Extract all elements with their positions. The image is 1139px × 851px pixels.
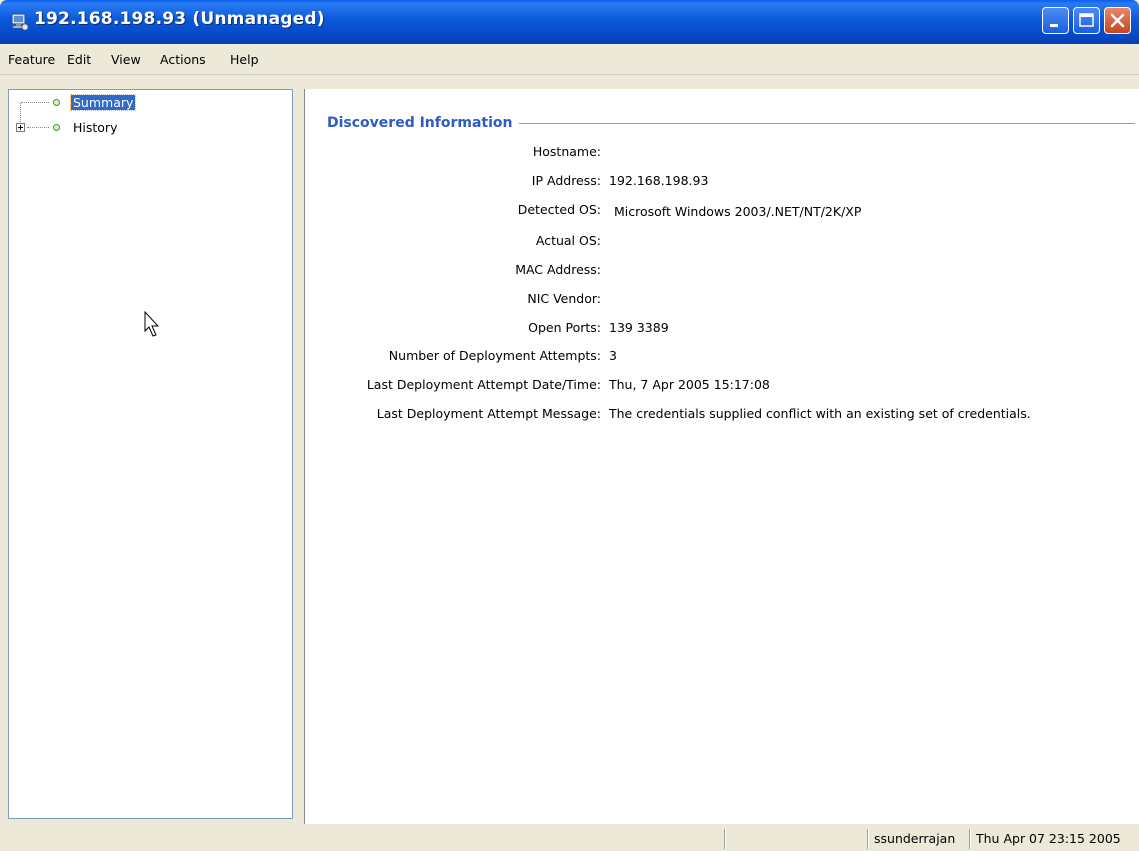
detected-os-value: Microsoft Windows 2003/.NET/NT/2K/XP [614, 204, 862, 219]
open-ports-label: Open Ports: [528, 320, 601, 335]
details-panel: Discovered Information Hostname: IP Addr… [305, 89, 1139, 824]
close-button[interactable] [1104, 7, 1131, 34]
navigation-tree[interactable]: Summary History [8, 89, 293, 819]
deployment-attempts-value: 3 [609, 348, 617, 363]
status-dot-icon [53, 99, 60, 106]
window-title: 192.168.198.93 (Unmanaged) [34, 9, 325, 29]
menu-help[interactable]: Help [230, 52, 259, 67]
mac-address-label: MAC Address: [515, 262, 601, 277]
tree-item-summary[interactable]: Summary [9, 94, 289, 112]
last-attempt-datetime-label: Last Deployment Attempt Date/Time: [366, 377, 601, 392]
status-user: ssunderrajan [874, 831, 956, 846]
tree-item-label[interactable]: Summary [69, 94, 137, 111]
detected-os-label: Detected OS: [517, 202, 601, 217]
maximize-button[interactable] [1073, 7, 1100, 34]
plus-expander-icon[interactable] [16, 123, 25, 132]
network-computer-icon [8, 11, 30, 33]
menu-bar: Feature Edit View Actions Help [0, 44, 1139, 75]
deployment-attempts-label: Number of Deployment Attempts: [388, 348, 601, 363]
status-divider [724, 829, 726, 849]
menu-actions[interactable]: Actions [160, 52, 206, 67]
tree-item-label[interactable]: History [71, 120, 119, 135]
ip-address-label: IP Address: [531, 173, 601, 188]
menu-feature[interactable]: Feature [8, 52, 55, 67]
status-divider [867, 829, 869, 849]
status-divider [969, 829, 971, 849]
status-dot-icon [53, 124, 60, 131]
section-title: Discovered Information [327, 115, 519, 131]
mouse-pointer-icon [144, 310, 162, 339]
tree-item-history[interactable]: History [9, 119, 289, 137]
ip-address-value: 192.168.198.93 [609, 173, 709, 188]
open-ports-value: 139 3389 [609, 320, 669, 335]
title-bar[interactable]: 192.168.198.93 (Unmanaged) [0, 0, 1139, 44]
status-datetime: Thu Apr 07 23:15 2005 [976, 831, 1121, 846]
actual-os-label: Actual OS: [535, 233, 601, 248]
last-attempt-message-value: The credentials supplied conflict with a… [609, 406, 1031, 421]
application-window: 192.168.198.93 (Unmanaged) Feature Edit … [0, 0, 1139, 851]
nic-vendor-label: NIC Vendor: [527, 291, 601, 306]
menu-view[interactable]: View [111, 52, 141, 67]
menu-edit[interactable]: Edit [67, 52, 91, 67]
last-attempt-message-label: Last Deployment Attempt Message: [376, 406, 601, 421]
hostname-label: Hostname: [532, 144, 601, 159]
minimize-button[interactable] [1042, 7, 1069, 34]
status-bar: ssunderrajan Thu Apr 07 23:15 2005 [0, 824, 1139, 851]
last-attempt-datetime-value: Thu, 7 Apr 2005 15:17:08 [609, 377, 770, 392]
